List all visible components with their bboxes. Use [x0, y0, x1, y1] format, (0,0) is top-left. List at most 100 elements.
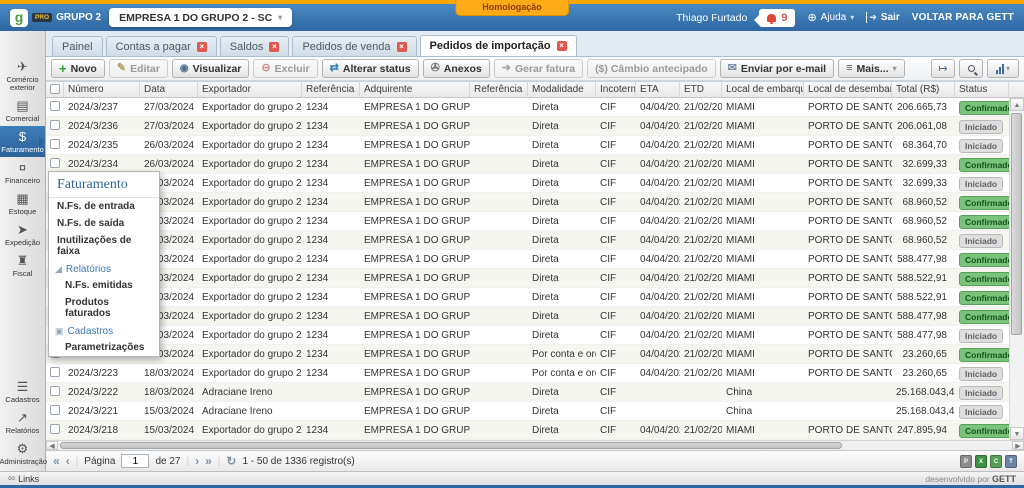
- menu-item-n-fs-de-entrada[interactable]: N.Fs. de entrada: [49, 198, 159, 215]
- print-icon[interactable]: P: [960, 455, 972, 468]
- table-row[interactable]: 2024/3/22318/03/2024Exportador do grupo …: [46, 364, 1009, 383]
- help-menu[interactable]: ⊕ Ajuda ▾: [807, 11, 854, 24]
- column-header-local-de-desembarque-12[interactable]: Local de desembarque: [804, 82, 892, 97]
- sidebar-item-administracao[interactable]: ⚙Administração: [0, 438, 45, 469]
- first-page-button[interactable]: «: [53, 455, 60, 467]
- table-row[interactable]: 2024/3/22115/03/2024Adraciane IrenoEMPRE…: [46, 402, 1009, 421]
- column-header-data-2[interactable]: Data: [140, 82, 198, 97]
- column-header-total-r-13[interactable]: Total (R$): [892, 82, 955, 97]
- csv-export-icon[interactable]: C: [990, 455, 1002, 468]
- column-header-eta-9[interactable]: ETA: [636, 82, 680, 97]
- menu-item-n-fs-emitidas[interactable]: N.Fs. emitidas: [49, 277, 159, 294]
- column-header-etd-10[interactable]: ETD: [680, 82, 722, 97]
- last-page-button[interactable]: »: [205, 455, 212, 467]
- tab-painel[interactable]: Painel: [52, 36, 103, 56]
- menu-item-inutilizacoes-de-faixa[interactable]: Inutilizações de faixa: [49, 232, 159, 260]
- company-selector[interactable]: EMPRESA 1 DO GRUPO 2 - SC ▾: [109, 8, 292, 27]
- row-checkbox[interactable]: [50, 405, 60, 415]
- sidebar-item-financeiro[interactable]: ¤Financeiro: [0, 157, 45, 188]
- search-button[interactable]: [959, 59, 983, 78]
- table-row[interactable]: 2024/3/22519/03/2024Exportador do grupo …: [46, 326, 1009, 345]
- sidebar-item-estoque[interactable]: ▦Estoque: [0, 188, 45, 219]
- column-header-modalidade-7[interactable]: Modalidade: [528, 82, 596, 97]
- table-row[interactable]: 2024/3/22719/03/2024Exportador do grupo …: [46, 288, 1009, 307]
- table-row[interactable]: 2024/3/22619/03/2024Exportador do grupo …: [46, 307, 1009, 326]
- select-all-checkbox[interactable]: [50, 84, 60, 94]
- tab-contas-a-pagar[interactable]: Contas a pagar×: [106, 36, 217, 56]
- horizontal-scrollbar[interactable]: ◀ ▶: [46, 440, 1024, 450]
- table-row[interactable]: 2024/3/22418/03/2024Exportador do grupo …: [46, 345, 1009, 364]
- menu-item-produtos-faturados[interactable]: Produtos faturados: [49, 294, 159, 322]
- table-row[interactable]: 2024/3/23022/03/2024Exportador do grupo …: [46, 231, 1009, 250]
- sidebar-item-faturamento[interactable]: $Faturamento: [0, 126, 45, 157]
- column-header-numero-1[interactable]: Número: [64, 82, 140, 97]
- column-header-referencia-6[interactable]: Referência: [470, 82, 528, 97]
- menu-item-parametrizacoes[interactable]: Parametrizações: [49, 339, 159, 356]
- select-all-column-header[interactable]: [46, 82, 64, 97]
- table-row[interactable]: 2024/3/23727/03/2024Exportador do grupo …: [46, 98, 1009, 117]
- tab-close-icon[interactable]: ×: [197, 42, 207, 52]
- row-checkbox[interactable]: [50, 101, 60, 111]
- enviar-por-e-mail-button[interactable]: ✉Enviar por e-mail: [720, 59, 834, 78]
- column-header-exportador-3[interactable]: Exportador: [198, 82, 302, 97]
- column-header-adquirente-5[interactable]: Adquirente: [360, 82, 470, 97]
- column-header-referencia-4[interactable]: Referência: [302, 82, 360, 97]
- row-checkbox[interactable]: [50, 386, 60, 396]
- chart-view-button[interactable]: ▾: [987, 59, 1019, 78]
- vertical-scroll-thumb[interactable]: [1011, 113, 1022, 335]
- table-row[interactable]: 2024/3/21815/03/2024Exportador do grupo …: [46, 421, 1009, 440]
- row-checkbox[interactable]: [50, 139, 60, 149]
- column-header-local-de-embarque-11[interactable]: Local de embarque: [722, 82, 804, 97]
- table-row[interactable]: 2024/3/22820/03/2024Exportador do grupo …: [46, 269, 1009, 288]
- tab-pedidos-de-venda[interactable]: Pedidos de venda×: [292, 36, 416, 56]
- page-input[interactable]: [121, 454, 149, 468]
- row-checkbox[interactable]: [50, 158, 60, 168]
- sidebar-item-relatorios[interactable]: ↗Relatórios: [0, 407, 45, 438]
- table-row[interactable]: 2024/3/23526/03/2024Exportador do grupo …: [46, 136, 1009, 155]
- sidebar-item-fiscal[interactable]: ♜Fiscal: [0, 250, 45, 281]
- export-button[interactable]: ↦: [931, 59, 955, 78]
- vertical-scrollbar[interactable]: ▲ ▼: [1009, 98, 1024, 440]
- tab-close-icon[interactable]: ×: [269, 42, 279, 52]
- tab-saldos[interactable]: Saldos×: [220, 36, 290, 56]
- table-row[interactable]: 2024/3/23122/03/2024Exportador do grupo …: [46, 212, 1009, 231]
- txt-export-icon[interactable]: T: [1005, 455, 1017, 468]
- anexos-button[interactable]: ✇Anexos: [423, 59, 490, 78]
- tab-close-icon[interactable]: ×: [557, 41, 567, 51]
- back-to-gett-button[interactable]: VOLTAR PARA GETT: [912, 12, 1014, 23]
- scroll-up-icon[interactable]: ▲: [1010, 98, 1024, 111]
- alterar-status-button[interactable]: ⇄Alterar status: [322, 59, 419, 78]
- column-header-status-14[interactable]: Status: [955, 82, 1009, 97]
- mais-button[interactable]: ≡Mais...▾: [838, 59, 905, 78]
- table-row[interactable]: 2024/3/23222/03/2024Exportador do grupo …: [46, 193, 1009, 212]
- scroll-left-icon[interactable]: ◀: [46, 441, 58, 450]
- sidebar-item-cadastros[interactable]: ☰Cadastros: [0, 376, 45, 407]
- next-page-button[interactable]: ›: [195, 455, 199, 467]
- menu-item-n-fs-de-saida[interactable]: N.Fs. de saída: [49, 215, 159, 232]
- table-row[interactable]: 2024/3/23326/03/2024Exportador do grupo …: [46, 174, 1009, 193]
- table-row[interactable]: 2024/3/23627/03/2024Exportador do grupo …: [46, 117, 1009, 136]
- row-checkbox[interactable]: [50, 120, 60, 130]
- visualizar-button[interactable]: ◉Visualizar: [172, 59, 250, 78]
- sidebar-item-comercio-exterior[interactable]: ✈Comércio exterior: [0, 56, 45, 95]
- horizontal-scroll-thumb[interactable]: [60, 442, 842, 449]
- tab-close-icon[interactable]: ×: [397, 42, 407, 52]
- tab-pedidos-de-importacao[interactable]: Pedidos de importação×: [420, 35, 577, 56]
- table-row[interactable]: 2024/3/22218/03/2024Adraciane IrenoEMPRE…: [46, 383, 1009, 402]
- table-row[interactable]: 2024/3/23426/03/2024Exportador do grupo …: [46, 155, 1009, 174]
- scroll-down-icon[interactable]: ▼: [1010, 427, 1024, 440]
- logout-button[interactable]: ➔ Sair: [866, 12, 899, 23]
- xls-export-icon[interactable]: X: [975, 455, 987, 468]
- row-checkbox[interactable]: [50, 367, 60, 377]
- row-checkbox[interactable]: [50, 424, 60, 434]
- column-header-incoterms-8[interactable]: Incoterms↕: [596, 82, 636, 97]
- refresh-button[interactable]: ↻: [226, 455, 236, 467]
- links-button[interactable]: Links: [18, 474, 39, 484]
- table-row[interactable]: 2024/3/22921/03/2024Exportador do grupo …: [46, 250, 1009, 269]
- sidebar-item-comercial[interactable]: ▤Comercial: [0, 95, 45, 126]
- previous-page-button[interactable]: ‹: [66, 455, 70, 467]
- scroll-right-icon[interactable]: ▶: [1012, 441, 1024, 450]
- notifications-button[interactable]: 9: [759, 9, 795, 27]
- sidebar-item-expedicao[interactable]: ➤Expedição: [0, 219, 45, 250]
- novo-button[interactable]: +Novo: [51, 59, 105, 78]
